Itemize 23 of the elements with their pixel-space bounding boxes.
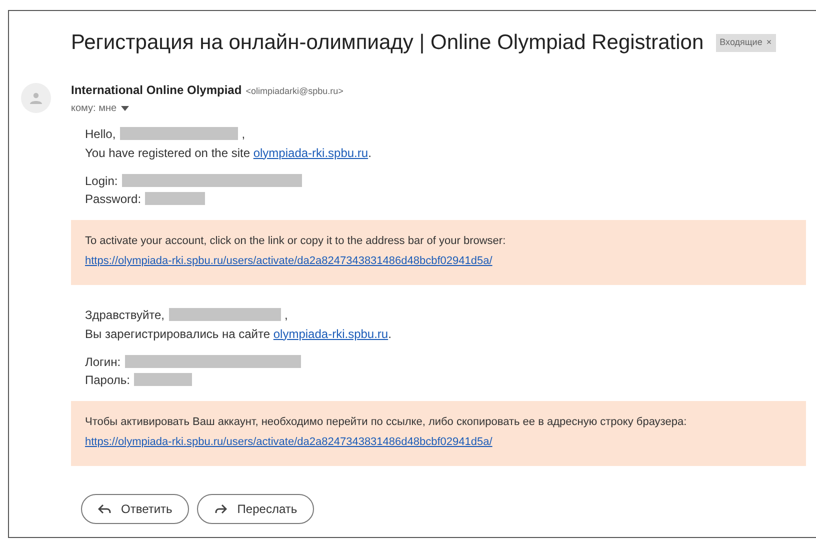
site-link[interactable]: olympiada-rki.spbu.ru bbox=[253, 146, 368, 160]
comma-text: , bbox=[242, 126, 246, 142]
greeting-text: Hello, bbox=[85, 126, 116, 142]
notice-text: Чтобы активировать Ваш аккаунт, необходимо перейти по ссылке, либо скопировать ее в адресную строку браузера: bbox=[85, 414, 687, 430]
registration-sentence: Вы зарегистрировались на сайте olympiada-rki.spbu.ru. bbox=[85, 326, 392, 342]
sender-name: International Online Olympiad bbox=[71, 82, 242, 98]
activation-link[interactable]: https://olympiada-rki.spbu.ru/users/activate/da2a8247343831486d48bcbf02941d5a/ bbox=[85, 253, 492, 270]
registration-sentence: You have registered on the site olympiada-rki.spbu.ru. bbox=[85, 144, 372, 162]
greeting-text: Здравствуйте, bbox=[85, 306, 165, 324]
site-link[interactable]: olympiada-rki.spbu.ru bbox=[273, 326, 388, 340]
sender-email: <olimpiadarki@spbu.ru> bbox=[246, 84, 344, 98]
comma-text: , bbox=[284, 306, 288, 324]
recipient-text: кому: мне bbox=[71, 102, 117, 116]
email-subject: Регистрация на онлайн-олимпиаду | Online Olympiad Registration bbox=[71, 30, 704, 56]
notice-text: To activate your account, click on the link or copy it to the address bar of your browser: bbox=[85, 234, 506, 248]
reply-button[interactable]: Ответить bbox=[81, 494, 190, 524]
activation-link[interactable]: https://olympiada-rki.spbu.ru/users/activate/da2a8247343831486d48bcbf02941d5a/ bbox=[85, 434, 492, 450]
login-label: Логин: bbox=[85, 354, 121, 370]
inbox-label[interactable]: Входящие × bbox=[716, 34, 776, 52]
forward-button[interactable]: Переслать bbox=[197, 494, 314, 524]
password-label: Пароль: bbox=[85, 372, 130, 388]
password-label: Password: bbox=[85, 190, 142, 208]
login-label: Login: bbox=[85, 172, 118, 190]
